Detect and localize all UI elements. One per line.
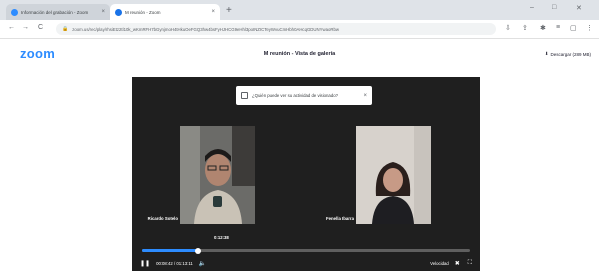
download-icon[interactable]: ⇩	[505, 24, 511, 32]
participant-video-tile	[356, 126, 431, 224]
zoom-favicon-icon	[11, 8, 18, 16]
new-tab-button[interactable]: +	[226, 5, 232, 16]
tab-title: Información del grabación - Zoom	[21, 9, 89, 15]
current-time: 00:08:42 / 01:13:11	[156, 260, 193, 266]
hover-time-label: 0:12:38	[214, 235, 229, 240]
close-tab-icon[interactable]: ×	[101, 9, 105, 15]
popup-text[interactable]: ¿Quién puede ver su actividad de visiona…	[252, 93, 359, 98]
page-title: M reunión - Vista de galería	[263, 51, 336, 57]
back-button[interactable]: ←	[8, 24, 15, 31]
close-icon[interactable]: ×	[363, 93, 367, 99]
participant-name: Fenella Ibarra	[326, 216, 354, 221]
player-controls: ❚❚ 00:08:42 / 01:13:11 🔈 Velocidad ✖ ⛶	[132, 255, 480, 271]
address-bar[interactable]: 🔒 zoom.us/rec/play/rhsiEtz2tl10k_wKmRFH7…	[56, 23, 496, 35]
minimize-button[interactable]: –	[530, 4, 534, 11]
info-icon	[241, 92, 248, 99]
url-text: zoom.us/rec/play/rhsiEtz2tl10k_wKmRFH7bG…	[72, 26, 339, 32]
progress-handle[interactable]	[194, 247, 201, 254]
reload-button[interactable]: C	[38, 24, 43, 31]
participant-name: Ricardo Sotelo	[147, 216, 178, 221]
recording-player[interactable]: ¿Quién puede ver su actividad de visiona…	[132, 77, 480, 271]
sidepanel-icon[interactable]: ▢	[570, 24, 577, 32]
speed-button[interactable]: Velocidad	[430, 261, 449, 266]
fullscreen-icon[interactable]: ⛶	[468, 260, 472, 267]
pause-icon[interactable]: ❚❚	[140, 260, 150, 267]
participant-video-tile	[180, 126, 255, 224]
participant-video	[356, 126, 431, 224]
extensions-icon[interactable]: ✱	[540, 24, 546, 32]
forward-button[interactable]: →	[22, 24, 29, 31]
menu-icon[interactable]: ⋮	[586, 24, 593, 32]
zoom-favicon-icon	[115, 8, 122, 16]
progress-fill	[142, 249, 198, 252]
playlist-icon[interactable]: ≡	[556, 24, 560, 31]
close-tab-icon[interactable]: ×	[211, 9, 215, 15]
lock-icon[interactable]: 🔒	[62, 26, 68, 32]
download-label: Descargar (289 MB)	[550, 51, 591, 57]
browser-tab-strip: Información del grabación - Zoom × M reu…	[0, 0, 599, 20]
participant-video	[180, 126, 255, 224]
zoom-header: zoom M reunión - Vista de galería ⬇ Desc…	[0, 40, 599, 66]
download-button[interactable]: ⬇ Descargar (289 MB)	[545, 51, 591, 57]
browser-tab-meeting[interactable]: M reunión - Zoom ×	[110, 4, 220, 20]
download-icon: ⬇	[544, 51, 549, 56]
tab-title: M reunión - Zoom	[125, 9, 161, 15]
browser-toolbar: ← → C 🔒 zoom.us/rec/play/rhsiEtz2tl10k_w…	[0, 20, 599, 39]
maximize-button[interactable]: □	[552, 4, 556, 11]
viewer-activity-popup: ¿Quién puede ver su actividad de visiona…	[236, 86, 372, 105]
mute-off-icon[interactable]: ✖	[455, 260, 460, 267]
progress-bar[interactable]	[142, 247, 470, 254]
browser-tab-recording-info[interactable]: Información del grabación - Zoom ×	[6, 4, 110, 20]
share-icon[interactable]: ⇪	[522, 24, 528, 32]
close-window-button[interactable]: ✕	[576, 4, 582, 12]
volume-icon[interactable]: 🔈	[199, 260, 206, 267]
